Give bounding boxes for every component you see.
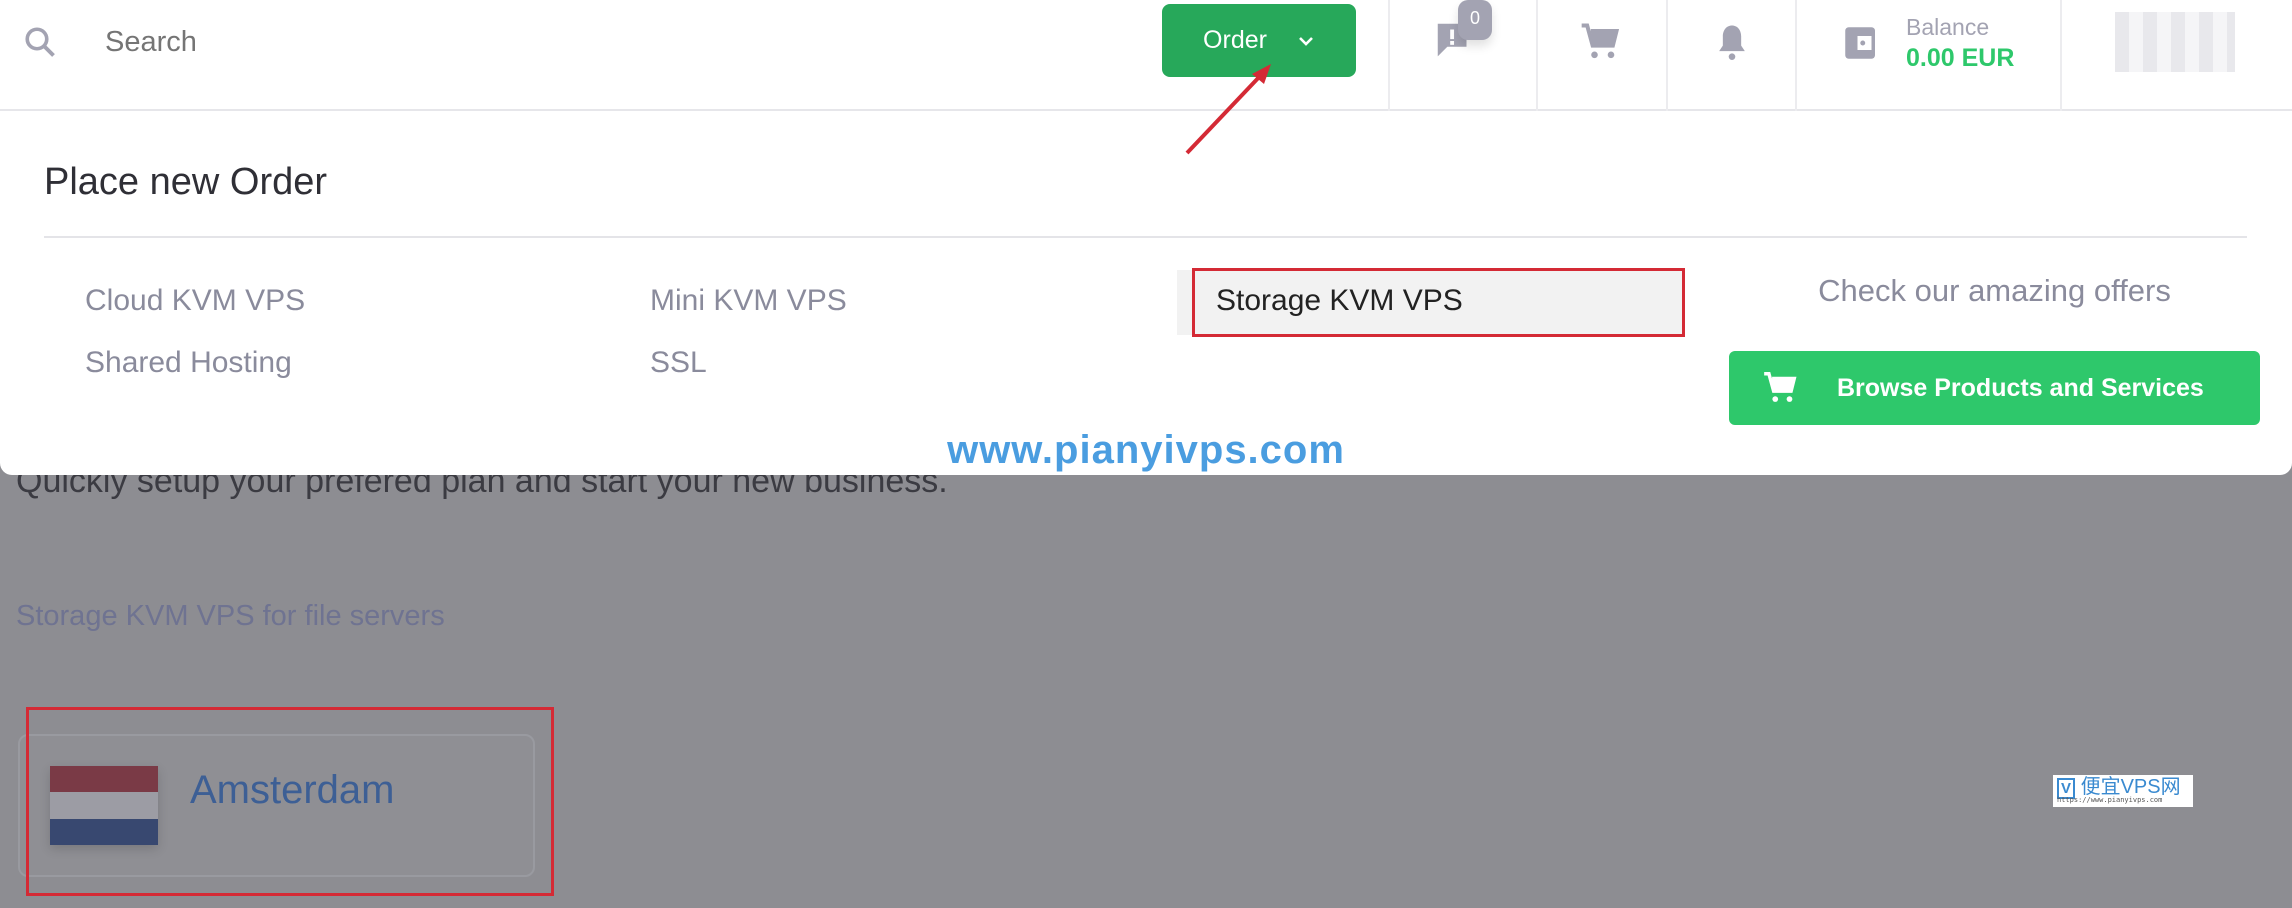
- logo-url: https://www.pianyivps.com: [2057, 796, 2163, 804]
- notification-badge: 0: [1458, 0, 1492, 40]
- menu-item-shared-hosting[interactable]: Shared Hosting: [85, 346, 292, 380]
- menu-item-mini-kvm-vps[interactable]: Mini KVM VPS: [650, 284, 847, 318]
- highlight-box-amsterdam: [26, 707, 554, 896]
- top-header: Order 0 Balance 0.00 EUR: [0, 0, 2292, 111]
- browse-label: Browse Products and Services: [1837, 373, 2204, 402]
- cart-icon[interactable]: [1578, 20, 1622, 64]
- tickets-button[interactable]: 0: [1432, 0, 1492, 64]
- balance-value: 0.00 EUR: [1906, 44, 2015, 72]
- menu-item-cloud-kvm-vps[interactable]: Cloud KVM VPS: [85, 284, 305, 318]
- divider: [44, 236, 2247, 238]
- logo-text: 便宜VPS网: [2080, 776, 2181, 798]
- user-avatar-blurred[interactable]: [2115, 12, 2235, 72]
- section-title: Storage KVM VPS for file servers: [16, 600, 445, 632]
- order-label: Order: [1203, 26, 1267, 54]
- highlight-box-storage: [1192, 268, 1685, 337]
- browse-products-button[interactable]: Browse Products and Services: [1729, 351, 2260, 425]
- site-logo: V 便宜VPS网 https://www.pianyivps.com: [2053, 775, 2193, 807]
- wallet-icon: [1845, 27, 1875, 59]
- search-icon: [25, 27, 55, 57]
- order-button[interactable]: Order: [1162, 4, 1356, 77]
- watermark-text: www.pianyivps.com: [947, 428, 1345, 472]
- cart-icon: [1764, 372, 1797, 402]
- dropdown-title: Place new Order: [44, 161, 328, 203]
- offers-text: Check our amazing offers: [1818, 273, 2171, 308]
- search-input[interactable]: [105, 22, 605, 62]
- menu-item-ssl[interactable]: SSL: [650, 346, 707, 380]
- chevron-down-icon: [1299, 36, 1313, 46]
- bell-icon[interactable]: [1710, 20, 1754, 64]
- balance-label: Balance: [1906, 14, 1990, 40]
